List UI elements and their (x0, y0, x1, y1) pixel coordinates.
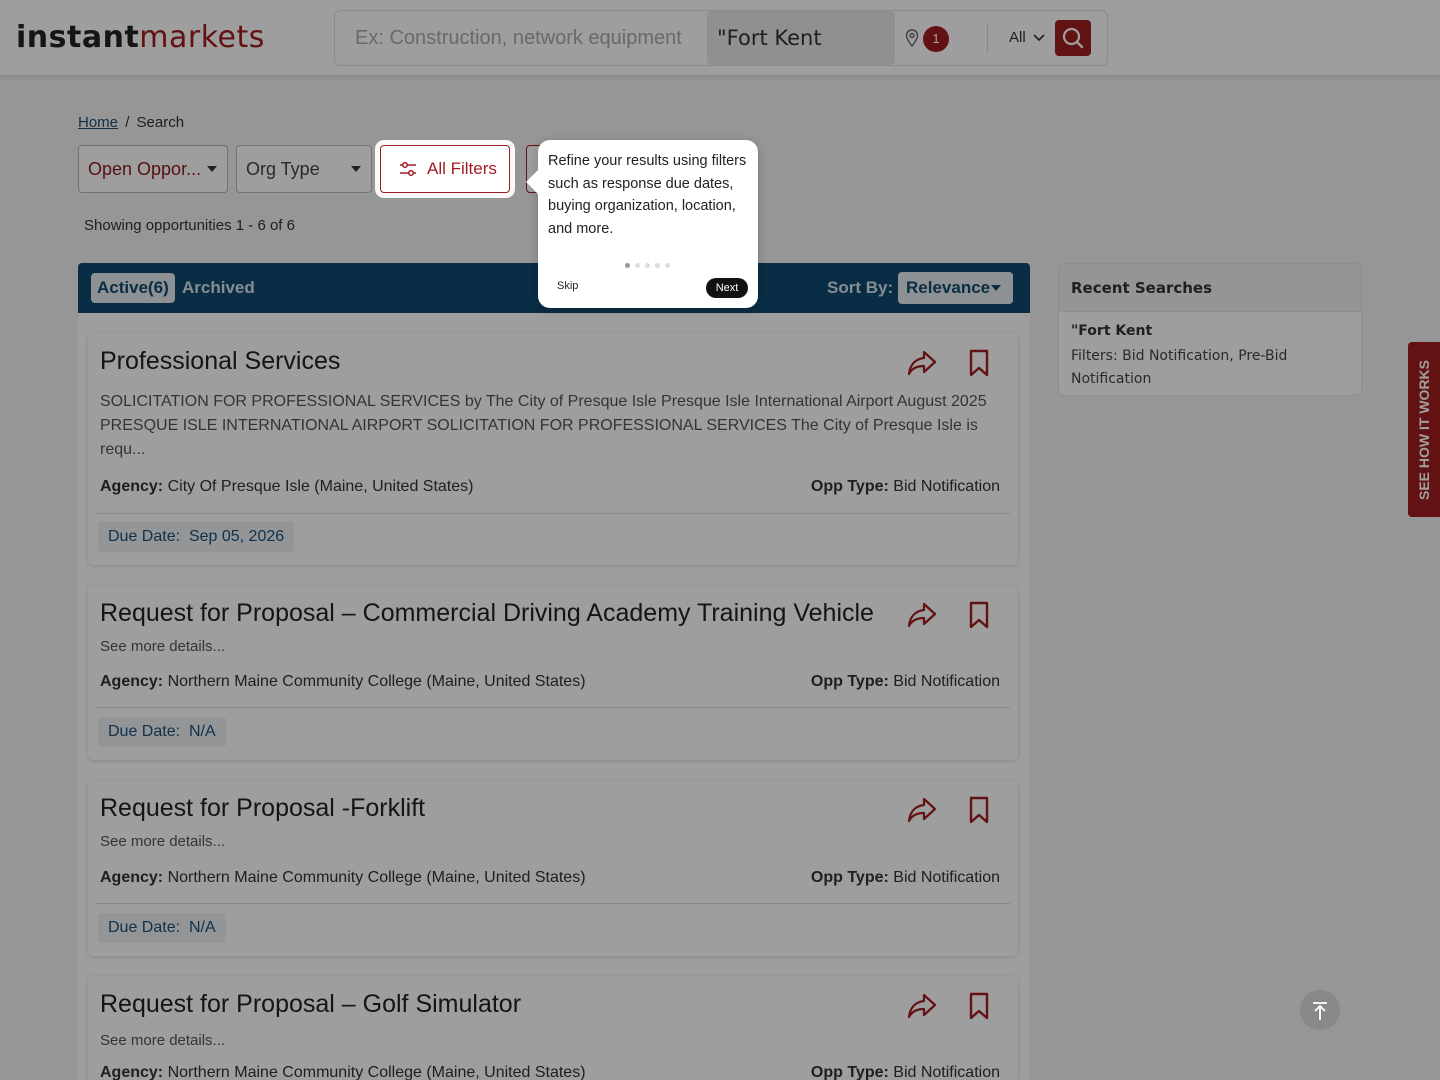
opportunity-card[interactable]: Request for Proposal – Golf Simulator Se… (88, 976, 1018, 1080)
opportunity-description: SOLICITATION FOR PROFESSIONAL SERVICES b… (100, 393, 987, 458)
scroll-to-top-button[interactable] (1300, 990, 1340, 1030)
location-input[interactable]: "Fort Kent (707, 11, 895, 65)
top-header: instantmarkets "Fort Kent 1 All (0, 0, 1440, 76)
see-more-details-link[interactable]: See more details... (100, 830, 1000, 854)
chevron-down-icon (1033, 34, 1045, 42)
location-count-badge: 1 (923, 26, 949, 52)
caret-down-icon (351, 166, 361, 172)
search-bar: "Fort Kent 1 All (334, 10, 1108, 66)
breadcrumb-home-link[interactable]: Home (78, 114, 118, 131)
opportunity-title[interactable]: Professional Services (100, 347, 340, 376)
bookmark-icon[interactable] (968, 992, 990, 1020)
scope-dropdown[interactable]: All (1009, 29, 1045, 46)
tab-archived[interactable]: Archived (182, 273, 255, 303)
location-pin-icon[interactable] (905, 29, 919, 47)
search-button[interactable] (1055, 20, 1091, 56)
see-more-details-link[interactable]: See more details... (100, 1029, 1000, 1053)
share-icon[interactable] (906, 349, 938, 377)
tab-active[interactable]: Active(6) (91, 273, 175, 303)
share-icon[interactable] (906, 601, 938, 629)
results-summary: Showing opportunities 1 - 6 of 6 (84, 217, 295, 234)
caret-down-icon (991, 285, 1001, 291)
recent-search-filters: Filters: Bid Notification, Pre-Bid Notif… (1071, 348, 1288, 387)
all-filters-button[interactable]: All Filters (380, 145, 510, 193)
breadcrumb: Home / Search (78, 114, 185, 131)
opportunity-type: Opp Type: Bid Notification (810, 869, 1000, 886)
step-dot (665, 263, 670, 268)
opportunity-agency: Agency: City Of Presque Isle (Maine, Uni… (100, 478, 474, 495)
arrow-up-icon (1313, 1002, 1327, 1020)
divider (96, 903, 1010, 904)
recent-searches-panel: Recent Searches "Fort Kent Filters: Bid … (1058, 263, 1362, 396)
opportunity-agency: Agency: Northern Maine Community College… (100, 869, 586, 886)
opportunity-type: Opp Type: Bid Notification (810, 1064, 1000, 1080)
sort-dropdown[interactable]: Relevance (898, 272, 1013, 304)
opportunity-card[interactable]: Professional Services SOLICITATION FOR P… (88, 333, 1018, 565)
recent-searches-title: Recent Searches (1059, 264, 1361, 312)
divider (96, 707, 1010, 708)
caret-down-icon (207, 166, 217, 172)
opportunity-agency: Agency: Northern Maine Community College… (100, 1064, 586, 1080)
tour-skip-button[interactable]: Skip (557, 280, 578, 292)
org-type-filter-dropdown[interactable]: Org Type (236, 145, 372, 193)
opportunity-title[interactable]: Request for Proposal -Forklift (100, 794, 425, 823)
sliders-icon (400, 161, 416, 177)
due-date-badge: Due Date: N/A (98, 717, 226, 747)
due-date-badge: Due Date: N/A (98, 913, 226, 943)
bookmark-icon[interactable] (968, 796, 990, 824)
site-logo[interactable]: instantmarkets (16, 20, 265, 55)
tour-next-button[interactable]: Next (706, 278, 748, 298)
step-dot (655, 263, 660, 268)
search-icon (1062, 27, 1084, 49)
divider (987, 23, 988, 53)
step-dot (625, 263, 630, 268)
step-dot (645, 263, 650, 268)
tour-popover: Refine your results using filters such a… (526, 140, 758, 308)
share-icon[interactable] (906, 992, 938, 1020)
opportunity-card[interactable]: Request for Proposal – Commercial Drivin… (88, 585, 1018, 760)
due-date-badge: Due Date: Sep 05, 2026 (98, 522, 295, 552)
tour-step-indicator (625, 255, 675, 273)
opportunity-type: Opp Type: Bid Notification (810, 478, 1000, 495)
opportunity-agency: Agency: Northern Maine Community College… (100, 673, 586, 690)
share-icon[interactable] (906, 796, 938, 824)
see-how-it-works-tab[interactable]: SEE HOW IT WORKS (1408, 342, 1440, 517)
recent-search-item[interactable]: "Fort Kent (1071, 323, 1152, 339)
status-filter-dropdown[interactable]: Open Oppor... (78, 145, 228, 193)
keyword-search-input[interactable] (335, 11, 705, 65)
bookmark-icon[interactable] (968, 349, 990, 377)
step-dot (635, 263, 640, 268)
divider (96, 513, 1010, 514)
sort-by-label: Sort By: (827, 278, 894, 297)
breadcrumb-current: Search (136, 114, 185, 131)
opportunity-title[interactable]: Request for Proposal – Golf Simulator (100, 990, 521, 1019)
see-more-details-link[interactable]: See more details... (100, 635, 1000, 659)
opportunity-card[interactable]: Request for Proposal -Forklift See more … (88, 780, 1018, 956)
opportunity-title[interactable]: Request for Proposal – Commercial Drivin… (100, 599, 874, 628)
tour-text: Refine your results using filters such a… (548, 153, 747, 237)
bookmark-icon[interactable] (968, 601, 990, 629)
opportunity-type: Opp Type: Bid Notification (810, 673, 1000, 690)
